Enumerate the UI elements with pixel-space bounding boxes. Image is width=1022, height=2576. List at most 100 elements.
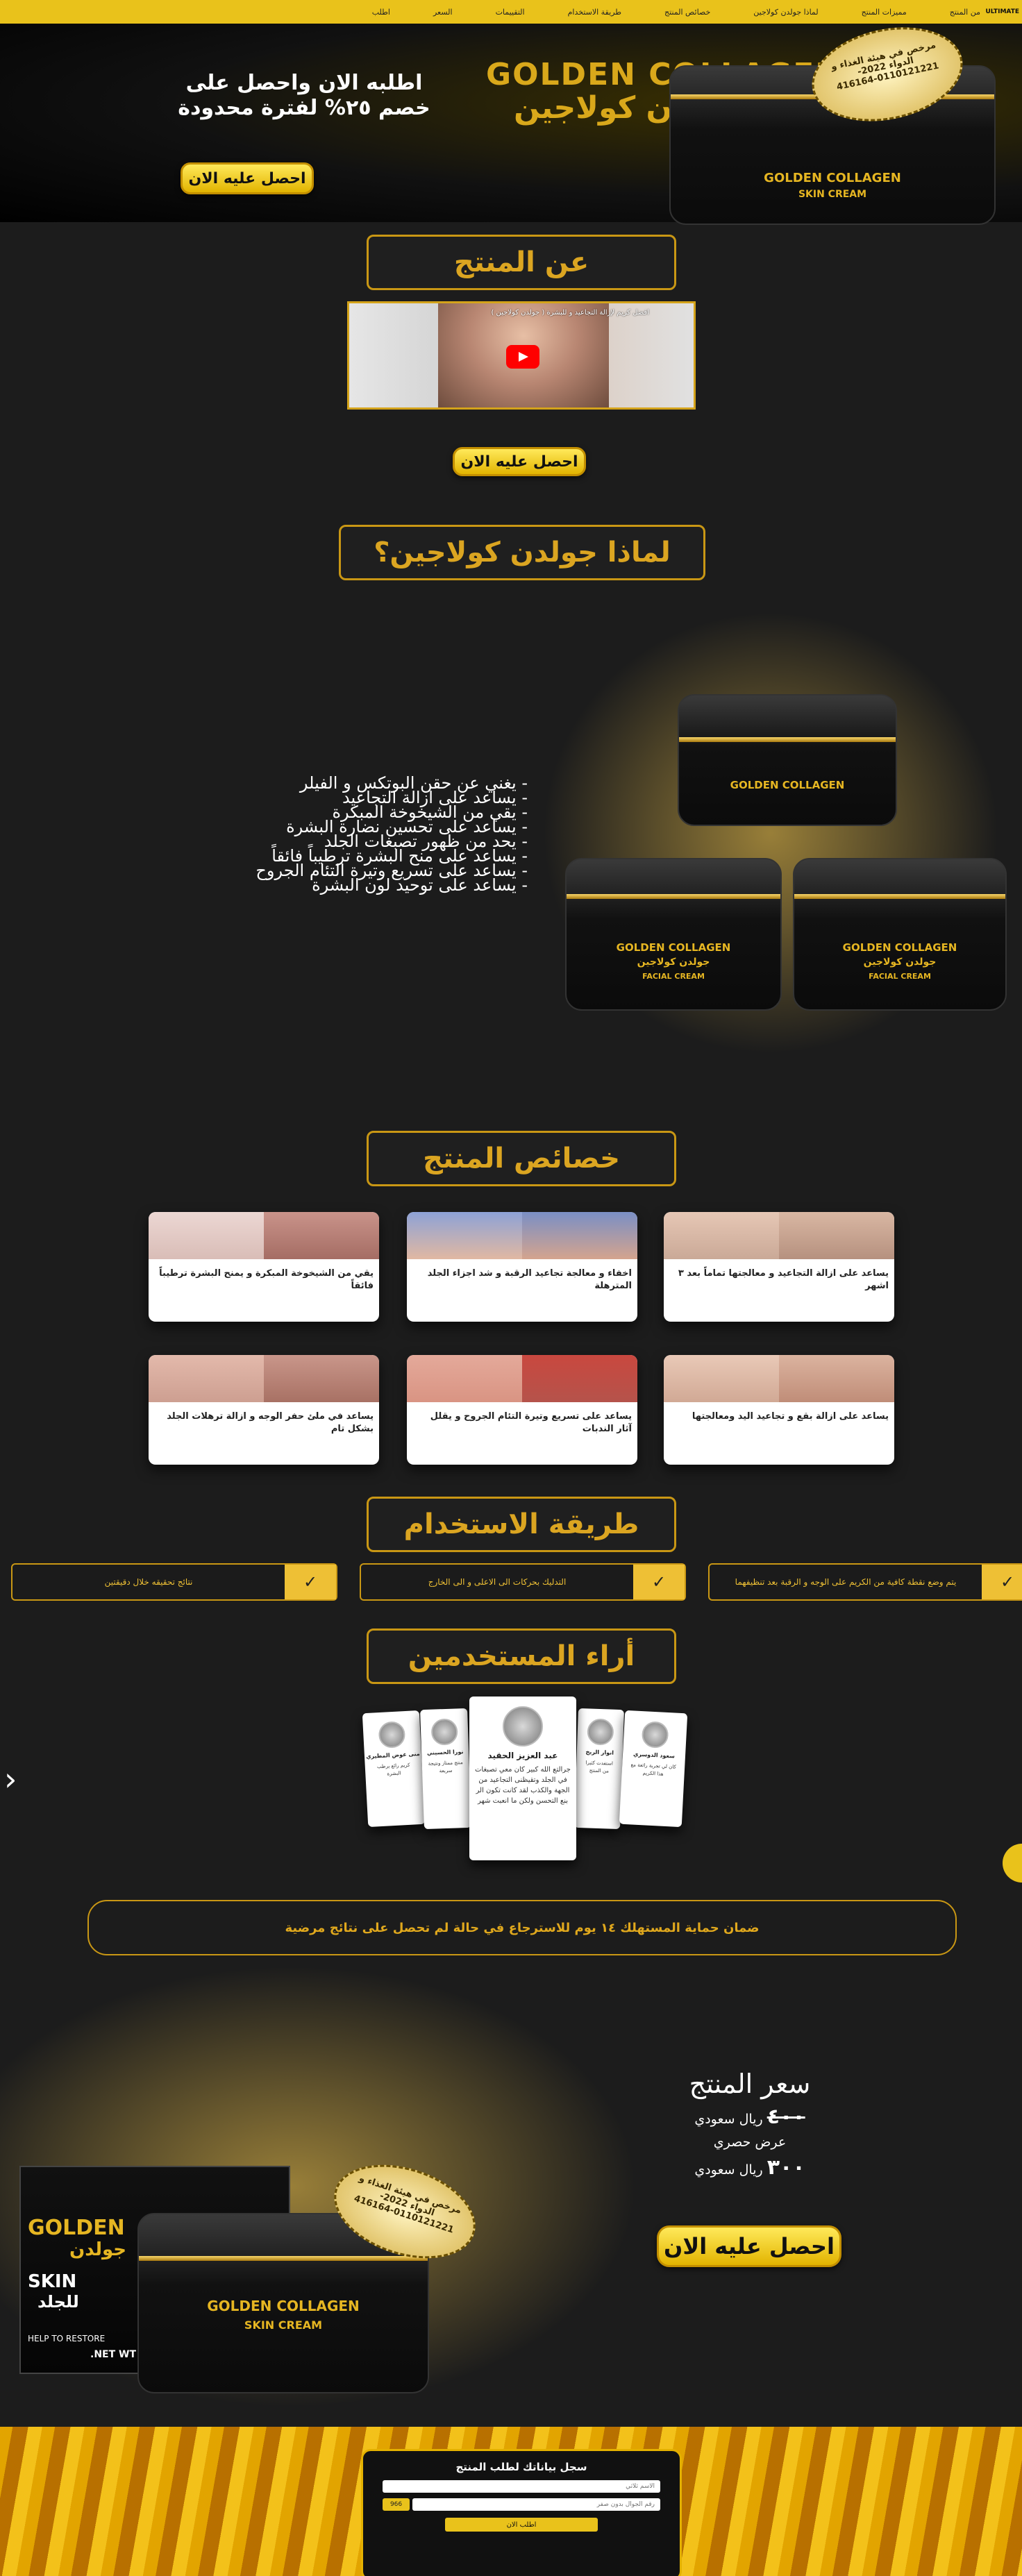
new-price-value: ٣٠٠ <box>766 2155 805 2180</box>
feature-card: يساعد على ازالة التجاعيد و معالجتها تمام… <box>664 1212 894 1322</box>
nav-item[interactable]: السعر <box>433 8 453 17</box>
jar-band <box>567 894 780 899</box>
step-text: يتم وضع نقطة كافية من الكريم على الوجه و… <box>735 1577 957 1587</box>
product-video[interactable]: افضل كريم لإزالة التجاعيد و للبشرة ( جول… <box>347 301 696 410</box>
usage-title: طريقة الاستخدام <box>367 1497 676 1552</box>
review-text: كان لي تجربة رائعة مع هذا الكريم <box>630 1762 677 1777</box>
box-sub-ar: للجلد <box>37 2292 79 2312</box>
review-card[interactable]: انوار الربخ استفدت كثيرا من المنتج <box>574 1708 624 1830</box>
feature-caption: يساعد على ازالة التجاعيد و معالجتها تمام… <box>678 1268 889 1291</box>
old-price-value: ٤٠٠ <box>766 2105 805 2129</box>
hero-banner: GOLDEN COLLAGEN جولدن كولاجين GOLDEN COL… <box>0 14 1022 225</box>
phone-field[interactable] <box>412 2498 660 2511</box>
jar-sub: FACIAL CREAM <box>869 972 931 981</box>
check-icon: ✓ <box>285 1565 336 1599</box>
benefit-item: - يساعد على توحيد لون البشرة <box>312 875 528 895</box>
offer-label: عرض حصري <box>713 2135 787 2150</box>
feature-card: يساعد على تسريع وتيرة التئام الجروح و يق… <box>407 1355 637 1465</box>
hero-cta-button[interactable]: احصل عليه الان <box>181 162 314 194</box>
currency: ريال سعودي <box>694 2162 763 2178</box>
nav-item[interactable]: خصائص المنتج <box>664 8 710 17</box>
play-icon[interactable] <box>506 345 539 369</box>
review-card[interactable]: سعود الدوسري كان لي تجربة رائعة مع هذا ا… <box>619 1710 688 1828</box>
nav-item[interactable]: اطلب <box>372 8 390 17</box>
why-jar-top: GOLDEN COLLAGEN <box>678 694 897 826</box>
usage-step: ✓ نتائج تحقيقه خلال دقيقتين <box>11 1563 337 1601</box>
jar-line: SKIN CREAM <box>244 2318 323 2332</box>
nav-item[interactable]: مميزات المنتج <box>862 8 907 17</box>
top-nav: من المنتج مميزات المنتج لماذا جولدن كولا… <box>0 0 1022 24</box>
nav-item[interactable]: طريقة الاستخدام <box>568 8 621 17</box>
jar-label-ar: جولدن كولاجين <box>863 957 937 968</box>
usage-step: ✓ يتم وضع نقطة كافية من الكريم على الوجه… <box>708 1563 1022 1601</box>
price-title: سعر المنتج <box>689 2069 811 2099</box>
avatar <box>503 1706 543 1746</box>
avatar <box>587 1718 614 1746</box>
jar-sub: FACIAL CREAM <box>642 972 705 981</box>
feature-card: يقي من الشيخوخة المبكرة و يمنح البشرة تر… <box>149 1212 379 1322</box>
review-text: منتج ممتاز ونتيجة سريعة <box>428 1760 463 1774</box>
carousel-prev-icon[interactable]: ‹ <box>4 1760 17 1798</box>
jar-band <box>679 737 896 742</box>
before-after-image <box>407 1355 637 1402</box>
review-text: جرالتع الله كبير كان معي تصبغات في الجلد… <box>475 1766 571 1805</box>
form-title: سجل بياناتك لطلب المنتج <box>455 2461 587 2473</box>
jar-line: SKIN CREAM <box>798 189 867 200</box>
nav-item[interactable]: التقييمات <box>496 8 525 17</box>
feature-card: يساعد في ملئ حفر الوجه و ازالة ترهلات ال… <box>149 1355 379 1465</box>
name-field[interactable] <box>383 2480 660 2493</box>
nav-item[interactable]: لماذا جولدن كولاجين <box>753 8 818 17</box>
price-block: سعر المنتج ٤٠٠ ريال سعودي عرض حصري ٣٠٠ ر… <box>667 2069 833 2180</box>
review-card[interactable]: منى عوض المطيري كريم رائع يرطب البشرة <box>362 1710 426 1828</box>
review-card[interactable]: نورا الحسيني منتج ممتاز ونتيجة سريعة <box>420 1708 471 1830</box>
phone-row: 966 <box>383 2498 660 2511</box>
before-after-image <box>664 1212 894 1259</box>
before-after-image <box>149 1355 379 1402</box>
before-after-image <box>149 1212 379 1259</box>
feature-caption: يساعد على تسريع وتيرة التئام الجروح و يق… <box>430 1411 632 1434</box>
box-brand: GOLDEN <box>28 2216 125 2240</box>
feature-caption: يساعد في ملئ حفر الوجه و ازالة ترهلات ال… <box>167 1411 374 1434</box>
review-card-active[interactable]: عبد العزيز الحقيد جرالتع الله كبير كان م… <box>469 1697 576 1860</box>
floating-order-button[interactable] <box>1003 1844 1022 1883</box>
jar-label: GOLDEN COLLAGEN <box>764 171 901 185</box>
feature-card: اخفاء و معالجة تجاعيد الرقبة و شد اجزاء … <box>407 1212 637 1322</box>
country-code-select[interactable]: 966 <box>383 2498 410 2511</box>
step-text: التدليك بحركات الى الاعلى و الى الخارج <box>428 1577 567 1587</box>
box-weight: NET WT. <box>90 2349 137 2360</box>
reviewer-name: عبد العزيز الحقيد <box>487 1751 558 1760</box>
video-title: افضل كريم لإزالة التجاعيد و للبشرة ( جول… <box>491 309 649 317</box>
about-title: عن المنتج <box>367 235 676 290</box>
jar-label-ar: جولدن كولاجين <box>637 957 710 968</box>
review-text: كريم رائع يرطب البشرة <box>376 1762 410 1777</box>
guarantee-banner: ضمان حماية المستهلك ١٤ يوم للاسترجاع في … <box>87 1900 957 1955</box>
check-icon: ✓ <box>982 1565 1022 1599</box>
submit-order-button[interactable]: اطلب الان <box>445 2518 598 2532</box>
landing-page: { "nav": { "items": ["من المنتج","مميزات… <box>0 0 1022 2576</box>
jar-label: GOLDEN COLLAGEN <box>842 941 957 954</box>
jar-label: GOLDEN COLLAGEN <box>730 779 845 791</box>
box-sub: SKIN <box>28 2271 77 2292</box>
jar-band <box>794 894 1005 899</box>
feature-card: يساعد على ازالة بقع و تجاعيد اليد ومعالج… <box>664 1355 894 1465</box>
order-form: سجل بياناتك لطلب المنتج 966 اطلب الان <box>361 2449 682 2576</box>
why-jar-right: GOLDEN COLLAGEN جولدن كولاجين FACIAL CRE… <box>793 858 1007 1011</box>
feature-caption: اخفاء و معالجة تجاعيد الرقبة و شد اجزاء … <box>427 1268 632 1291</box>
currency: ريال سعودي <box>694 2112 763 2127</box>
avatar <box>430 1718 458 1746</box>
avatar <box>378 1721 406 1749</box>
brand-logo[interactable]: ULTIMATE <box>985 1 1019 22</box>
box-note: HELP TO RESTORE <box>28 2334 106 2343</box>
avatar <box>641 1721 669 1749</box>
about-cta-button[interactable]: احصل عليه الان <box>453 447 586 476</box>
reviews-title: أراء المستخدمين <box>367 1628 676 1684</box>
price-cta-button[interactable]: احصل عليه الان <box>657 2225 841 2267</box>
feature-caption: يقي من الشيخوخة المبكرة و يمنح البشرة تر… <box>159 1268 374 1291</box>
check-icon: ✓ <box>633 1565 685 1599</box>
feature-caption: يساعد على ازالة بقع و تجاعيد اليد ومعالج… <box>692 1411 889 1422</box>
new-price: ٣٠٠ ريال سعودي <box>667 2155 833 2180</box>
benefits-list: - يغني عن حقن البوتكس و الفيلر - يساعد ع… <box>222 775 528 895</box>
jar-band <box>139 2256 428 2261</box>
step-text: نتائج تحقيقه خلال دقيقتين <box>104 1577 193 1587</box>
nav-item[interactable]: من المنتج <box>950 8 980 17</box>
